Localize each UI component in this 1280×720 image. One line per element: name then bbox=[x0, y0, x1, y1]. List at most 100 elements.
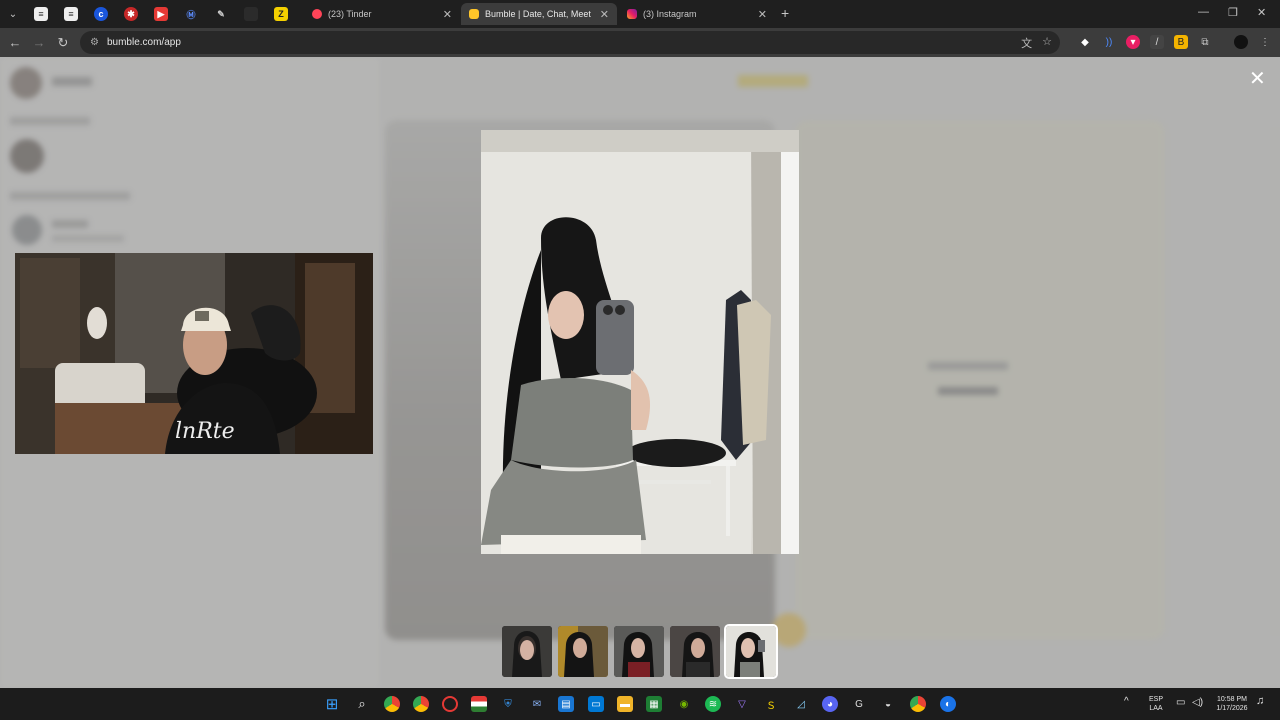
c-logo-icon: c bbox=[94, 7, 108, 21]
extensions-puzzle-icon[interactable]: ⧉ bbox=[1198, 35, 1212, 49]
spreadsheet-icon[interactable]: ▦ bbox=[646, 696, 662, 712]
tinder-flame-icon bbox=[312, 9, 322, 19]
pinned-tab-1[interactable]: ≡ bbox=[26, 1, 56, 27]
minimize-button[interactable]: — bbox=[1198, 6, 1209, 18]
pinned-site-icon: Ⓜ bbox=[186, 9, 196, 20]
pinned-site-icon: ✱ bbox=[124, 7, 138, 21]
windows-start-icon[interactable]: ⊞ bbox=[324, 696, 340, 713]
spotify-icon[interactable]: ≋ bbox=[705, 696, 721, 712]
search-icon[interactable]: ⌕ bbox=[354, 696, 370, 712]
clock-time: 10:58 PM bbox=[1217, 696, 1247, 703]
site-info-icon[interactable]: ⚙ bbox=[90, 37, 99, 48]
new-tab-button[interactable]: + bbox=[781, 5, 789, 21]
chrome-icon[interactable] bbox=[384, 696, 400, 712]
steam-icon[interactable]: ◒ bbox=[880, 696, 896, 712]
close-tab-icon[interactable]: ✕ bbox=[600, 8, 609, 21]
thumbnail-image bbox=[502, 626, 552, 677]
app-blue-icon[interactable]: ◐ bbox=[940, 696, 956, 712]
app-s-icon[interactable]: Ｓ bbox=[763, 696, 779, 712]
thumbnail-image bbox=[614, 626, 664, 677]
webcam-feed: lnRte bbox=[15, 253, 373, 454]
tool-icon: ✎ bbox=[217, 8, 225, 19]
extension-yellow-icon[interactable]: B bbox=[1174, 35, 1188, 49]
flag-app-icon[interactable] bbox=[471, 696, 487, 712]
thumbnail-image bbox=[726, 626, 776, 677]
back-button[interactable]: ← bbox=[3, 35, 27, 50]
tab-title: (3) Instagram bbox=[643, 9, 697, 19]
tray-overflow-icon[interactable]: ^ bbox=[1124, 697, 1129, 707]
pinned-tab-9[interactable]: Z bbox=[266, 1, 296, 27]
tab-title: (23) Tinder bbox=[328, 9, 372, 19]
photo-thumbnail-5-selected[interactable] bbox=[724, 624, 778, 679]
close-window-button[interactable]: ✕ bbox=[1257, 6, 1266, 19]
vpn-icon[interactable]: ▽ bbox=[734, 696, 750, 712]
restore-button[interactable]: ❐ bbox=[1228, 6, 1238, 19]
photos-icon[interactable]: ▤ bbox=[558, 696, 574, 712]
profile-photo-large[interactable] bbox=[481, 130, 799, 554]
thumbnail-image bbox=[558, 626, 608, 677]
youtube-icon: ▶ bbox=[154, 7, 168, 21]
close-tab-icon[interactable]: ✕ bbox=[443, 8, 452, 21]
close-tab-icon[interactable]: ✕ bbox=[758, 8, 767, 21]
pinned-tab-6[interactable]: Ⓜ bbox=[176, 1, 206, 27]
nvidia-icon[interactable]: ◉ bbox=[676, 696, 692, 712]
photo-thumbnail-4[interactable] bbox=[670, 626, 720, 677]
translate-icon[interactable]: 文 bbox=[1021, 35, 1032, 51]
tab-tinder[interactable]: (23) Tinder ✕ bbox=[304, 3, 460, 25]
language-sub: LAA bbox=[1149, 705, 1163, 712]
browser-tab-strip: ⌄ ≡ ≡ c ✱ ▶ Ⓜ ✎ Z (23) Tinder ✕ Bumble |… bbox=[0, 0, 1280, 28]
chrome-icon[interactable] bbox=[413, 696, 429, 712]
extension-audio-icon[interactable]: )) bbox=[1102, 35, 1116, 49]
volume-icon[interactable]: ◁) bbox=[1192, 698, 1203, 708]
tab-search-icon[interactable]: ⌄ bbox=[0, 1, 26, 27]
monitor-icon[interactable]: ▭ bbox=[588, 696, 604, 712]
app-g-icon[interactable]: G bbox=[851, 696, 867, 712]
notification-bell-icon[interactable]: ♫ bbox=[1256, 696, 1264, 707]
photo-thumbnail-2[interactable] bbox=[558, 626, 608, 677]
chrome-active-icon[interactable] bbox=[910, 696, 926, 712]
clock[interactable]: 10:58 PM 1/17/2026 bbox=[1210, 695, 1254, 713]
tab-title: Bumble | Date, Chat, Meet New bbox=[485, 9, 594, 19]
shield-icon[interactable]: ⛨ bbox=[500, 696, 516, 712]
file-explorer-icon[interactable]: ▬ bbox=[617, 696, 633, 712]
address-bar[interactable]: ⚙ bumble.com/app 文 ☆ bbox=[80, 31, 1060, 54]
extension-pink-icon[interactable]: ▾ bbox=[1126, 35, 1140, 49]
doc-icon: ≡ bbox=[64, 7, 78, 21]
pinned-tab-8[interactable] bbox=[236, 1, 266, 27]
discord-icon[interactable]: ◕ bbox=[822, 696, 838, 712]
pinned-tab-7[interactable]: ✎ bbox=[206, 1, 236, 27]
app-chart-icon[interactable]: ◿ bbox=[793, 696, 809, 712]
reload-button[interactable]: ↻ bbox=[51, 35, 75, 51]
photo-thumbnail-strip bbox=[502, 624, 778, 679]
network-icon[interactable]: ▭ bbox=[1176, 698, 1185, 708]
pinned-tab-2[interactable]: ≡ bbox=[56, 1, 86, 27]
bookmark-star-icon[interactable]: ☆ bbox=[1042, 35, 1052, 51]
pinned-tab-3[interactable]: c bbox=[86, 1, 116, 27]
photo-thumbnail-3[interactable] bbox=[614, 626, 664, 677]
tab-bumble[interactable]: Bumble | Date, Chat, Meet New ✕ bbox=[461, 3, 617, 25]
photo-thumbnail-1[interactable] bbox=[502, 626, 552, 677]
windows-taskbar: ⊞ ⌕ ⛨ ✉ ▤ ▭ ▬ ▦ ◉ ≋ ▽ Ｓ ◿ ◕ G ◒ ◐ ^ ESP … bbox=[0, 688, 1280, 720]
pinned-tab-4[interactable]: ✱ bbox=[116, 1, 146, 27]
pinned-tab-5[interactable]: ▶ bbox=[146, 1, 176, 27]
close-lightbox-button[interactable]: ✕ bbox=[1249, 69, 1266, 89]
language-code: ESP bbox=[1148, 696, 1163, 703]
clock-date: 1/17/2026 bbox=[1216, 705, 1248, 712]
menu-kebab-icon[interactable]: ⋮ bbox=[1258, 35, 1272, 49]
opera-icon[interactable] bbox=[442, 696, 458, 712]
language-indicator[interactable]: ESP LAA bbox=[1146, 695, 1166, 713]
mail-icon[interactable]: ✉ bbox=[529, 696, 545, 712]
tab-instagram[interactable]: (3) Instagram ✕ bbox=[619, 3, 775, 25]
thumbnail-image bbox=[670, 626, 720, 677]
webcam-overlay: lnRte bbox=[15, 253, 373, 454]
pinned-site-icon bbox=[244, 7, 258, 21]
extension-pen-icon[interactable]: / bbox=[1150, 35, 1164, 49]
svg-text:lnRte: lnRte bbox=[175, 419, 235, 444]
pinned-site-icon: Z bbox=[274, 7, 288, 21]
bumble-icon bbox=[469, 9, 479, 19]
photo-illustration bbox=[481, 130, 799, 554]
forward-button[interactable]: → bbox=[27, 35, 51, 50]
profile-avatar[interactable] bbox=[1234, 35, 1248, 49]
extension-diamond-icon[interactable]: ◆ bbox=[1078, 35, 1092, 49]
instagram-icon bbox=[627, 9, 637, 19]
